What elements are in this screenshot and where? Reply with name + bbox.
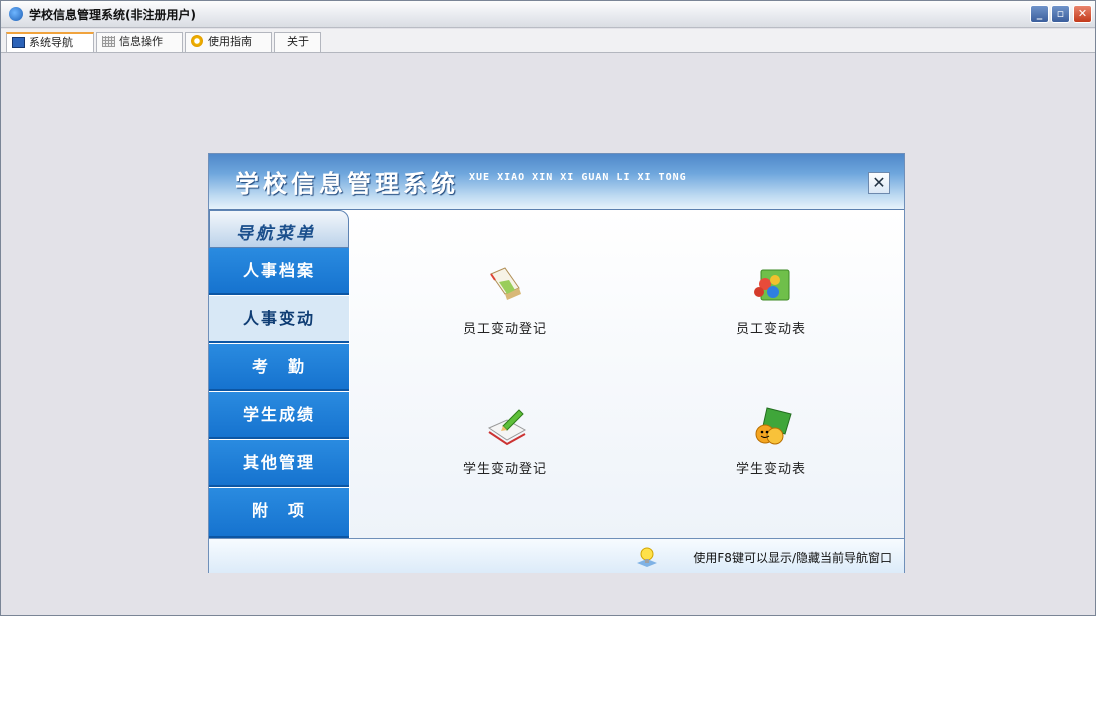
status-bar: 使用F8键可以显示/隐藏当前导航窗口 [209, 538, 904, 573]
menu-item-appendix[interactable]: 附 项 [209, 488, 349, 538]
restore-button[interactable]: ▫ [1051, 5, 1070, 23]
nav-panel-subtitle: XUE XIAO XIN XI GUAN LI XI TONG [469, 172, 687, 183]
nav-window-icon [12, 37, 25, 48]
tab-label: 系统导航 [29, 36, 73, 49]
smiley-icon [755, 407, 792, 445]
tab-bar: 系统导航 信息操作 使用指南 关于 [1, 29, 1095, 53]
lightbulb-icon [637, 547, 657, 567]
status-hint-text: 使用F8键可以显示/隐藏当前导航窗口 [693, 551, 892, 565]
tile-student-change-register[interactable]: 学生变动登记 [430, 396, 580, 486]
tab-user-guide[interactable]: 使用指南 [185, 32, 272, 52]
tile-label: 学生变动表 [735, 462, 806, 477]
tab-about[interactable]: 关于 [274, 32, 321, 52]
tile-label: 员工变动登记 [462, 322, 547, 337]
tab-info-ops[interactable]: 信息操作 [96, 32, 183, 52]
minimize-button[interactable]: _ [1030, 5, 1049, 23]
tile-label: 学生变动登记 [462, 462, 547, 477]
menu-item-personnel-changes[interactable]: 人事变动 [209, 296, 349, 343]
navigation-panel: 学校信息管理系统 XUE XIAO XIN XI GUAN LI XI TONG… [208, 153, 905, 573]
help-icon [191, 35, 203, 47]
menu-item-attendance[interactable]: 考 勤 [209, 344, 349, 391]
tile-label: 员工变动表 [735, 322, 806, 337]
folder-people-icon [754, 269, 790, 301]
close-button[interactable]: ✕ [1073, 5, 1092, 23]
tile-staff-change-register[interactable]: 员工变动登记 [430, 256, 580, 346]
window-title: 学校信息管理系统(非注册用户) [29, 8, 196, 22]
notebook-icon [490, 267, 521, 300]
tile-staff-change-table[interactable]: 员工变动表 [696, 256, 846, 346]
app-logo-icon [9, 7, 23, 21]
tile-student-change-table[interactable]: 学生变动表 [696, 396, 846, 486]
nav-menu-header-label: 导航菜单 [236, 224, 316, 244]
tab-label: 使用指南 [208, 35, 252, 48]
tab-label: 信息操作 [119, 35, 163, 48]
nav-menu: 导航菜单 人事档案 人事变动 考 勤 学生成绩 其他管理 附 项 [209, 210, 349, 538]
notepad-pencil-icon [487, 409, 527, 446]
menu-item-personnel-files[interactable]: 人事档案 [209, 248, 349, 295]
tab-system-nav[interactable]: 系统导航 [6, 32, 94, 52]
nav-panel-close-button[interactable]: ✕ [868, 172, 890, 194]
menu-item-student-grades[interactable]: 学生成绩 [209, 392, 349, 439]
nav-panel-title: 学校信息管理系统 [235, 169, 459, 198]
nav-panel-header: 学校信息管理系统 XUE XIAO XIN XI GUAN LI XI TONG… [209, 154, 904, 209]
nav-menu-header: 导航菜单 [209, 210, 349, 248]
menu-item-other-management[interactable]: 其他管理 [209, 440, 349, 487]
tab-label: 关于 [287, 35, 309, 48]
title-bar[interactable]: 学校信息管理系统(非注册用户) _ ▫ ✕ [1, 1, 1095, 28]
nav-content-area: 员工变动登记 员工变动表 学生变动登记 学生变动表 [350, 210, 904, 538]
grid-icon [102, 36, 115, 47]
